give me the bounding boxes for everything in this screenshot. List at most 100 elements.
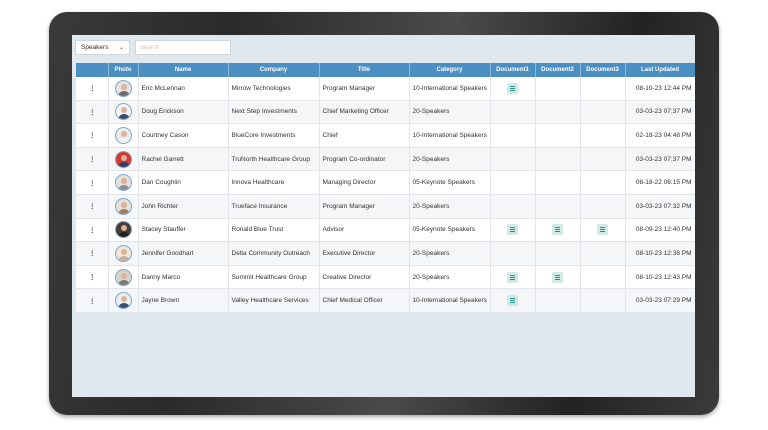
- vertical-dots-icon[interactable]: ⋮: [89, 250, 95, 257]
- name-cell[interactable]: Dan Coughlin: [138, 170, 229, 195]
- avatar[interactable]: [114, 292, 132, 310]
- vertical-dots-icon[interactable]: ⋮: [89, 203, 95, 210]
- vertical-dots-icon[interactable]: ⋮: [89, 180, 95, 187]
- table-row[interactable]: ⋮ Jayne Brown Valley Healthcare Services Ch…: [76, 288, 695, 313]
- avatar[interactable]: [114, 103, 132, 121]
- photo-cell: [108, 170, 139, 195]
- vertical-dots-icon[interactable]: ⋮: [89, 227, 95, 234]
- table-header-row: Photo Name Company Title Category Docume…: [76, 63, 695, 77]
- row-menu-cell[interactable]: ⋮: [76, 100, 109, 125]
- document3-cell: [580, 100, 626, 125]
- vertical-dots-icon[interactable]: ⋮: [89, 85, 95, 92]
- app-screen: Speakers ⌄ Photo Name Company Title Cate…: [72, 35, 695, 397]
- vertical-dots-icon[interactable]: ⋮: [89, 109, 95, 116]
- last-updated-cell: 08-09-23 12:40 PM: [625, 218, 695, 243]
- search-input[interactable]: [135, 40, 231, 55]
- table-row[interactable]: ⋮ Eric McLennan Mirrow Technologies Program…: [76, 77, 695, 101]
- company-cell: TruNorth Healthcare Group: [228, 147, 320, 172]
- vertical-dots-icon[interactable]: ⋮: [89, 298, 95, 305]
- list-select-value: Speakers: [81, 44, 109, 51]
- avatar[interactable]: [114, 174, 132, 192]
- name-cell[interactable]: Danny Marco: [138, 265, 229, 290]
- name-cell[interactable]: John Richter: [138, 194, 229, 219]
- avatar[interactable]: [114, 244, 132, 262]
- vertical-dots-icon[interactable]: ⋮: [89, 132, 95, 139]
- table-row[interactable]: ⋮ Danny Marco Summit Healthcare Group Creat…: [76, 265, 695, 290]
- category-cell: 20-Speakers: [409, 147, 491, 172]
- name-cell[interactable]: Eric McLennan: [138, 77, 229, 101]
- category-cell: 20-Speakers: [409, 265, 491, 290]
- document2-cell: [535, 123, 581, 148]
- title-cell: Chief Medical Officer: [319, 288, 410, 313]
- document-icon[interactable]: [597, 224, 608, 236]
- table-row[interactable]: ⋮ Courtney Cason BlueCore Investments Chief…: [76, 123, 695, 148]
- column-header-last-updated[interactable]: Last Updated: [625, 63, 695, 77]
- company-cell: BlueCore Investments: [228, 123, 320, 148]
- photo-cell: [108, 123, 139, 148]
- company-cell: Mirrow Technologies: [228, 77, 320, 101]
- column-header-document1[interactable]: Document1: [490, 63, 536, 77]
- title-cell: Creative Director: [319, 265, 410, 290]
- company-cell: Innova Healthcare: [228, 170, 320, 195]
- avatar[interactable]: [114, 221, 132, 239]
- avatar[interactable]: [114, 150, 132, 168]
- vertical-dots-icon[interactable]: ⋮: [89, 156, 95, 163]
- column-header-name[interactable]: Name: [138, 63, 229, 77]
- row-menu-cell[interactable]: ⋮: [76, 218, 109, 243]
- document-icon[interactable]: [507, 271, 518, 283]
- document1-cell: [490, 100, 536, 125]
- row-menu-cell[interactable]: ⋮: [76, 288, 109, 313]
- avatar[interactable]: [114, 79, 132, 97]
- name-cell[interactable]: Jayne Brown: [138, 288, 229, 313]
- table-row[interactable]: ⋮ Dan Coughlin Innova Healthcare Managing D…: [76, 170, 695, 195]
- document3-cell: [580, 288, 626, 313]
- column-header-document2[interactable]: Document2: [535, 63, 581, 77]
- last-updated-cell: 08-18-22 06:15 PM: [625, 170, 695, 195]
- document-icon[interactable]: [507, 82, 518, 94]
- table-row[interactable]: ⋮ Jennifer Goodhart Delta Community Outrea…: [76, 241, 695, 266]
- document3-cell: [580, 218, 626, 243]
- document-icon[interactable]: [507, 295, 518, 307]
- name-cell[interactable]: Stacey Stauffer: [138, 218, 229, 243]
- row-menu-cell[interactable]: ⋮: [76, 241, 109, 266]
- column-header-company[interactable]: Company: [228, 63, 320, 77]
- document3-cell: [580, 241, 626, 266]
- title-cell: Chief: [319, 123, 410, 148]
- document-icon[interactable]: [507, 224, 518, 236]
- company-cell: Summit Healthcare Group: [228, 265, 320, 290]
- name-cell[interactable]: Rachel Garrett: [138, 147, 229, 172]
- category-cell: 05-Keynote Speakers: [409, 170, 491, 195]
- name-cell[interactable]: Courtney Cason: [138, 123, 229, 148]
- document1-cell: [490, 265, 536, 290]
- table-row[interactable]: ⋮ Stacey Stauffer Ronald Blue Trust Advisor…: [76, 218, 695, 243]
- row-menu-cell[interactable]: ⋮: [76, 77, 109, 101]
- document-icon[interactable]: [552, 271, 563, 283]
- row-menu-cell[interactable]: ⋮: [76, 170, 109, 195]
- name-cell[interactable]: Doug Erickson: [138, 100, 229, 125]
- name-cell[interactable]: Jennifer Goodhart: [138, 241, 229, 266]
- row-menu-cell[interactable]: ⋮: [76, 265, 109, 290]
- document-icon[interactable]: [552, 224, 563, 236]
- photo-cell: [108, 100, 139, 125]
- row-menu-cell[interactable]: ⋮: [76, 147, 109, 172]
- title-cell: Advisor: [319, 218, 410, 243]
- column-header-title[interactable]: Title: [319, 63, 410, 77]
- document2-cell: [535, 100, 581, 125]
- company-cell: Trueface Insurance: [228, 194, 320, 219]
- table-row[interactable]: ⋮ John Richter Trueface Insurance Program M…: [76, 194, 695, 219]
- row-menu-cell[interactable]: ⋮: [76, 123, 109, 148]
- vertical-dots-icon[interactable]: ⋮: [89, 274, 95, 281]
- last-updated-cell: 03-03-23 07:29 PM: [625, 288, 695, 313]
- avatar[interactable]: [114, 126, 132, 144]
- row-menu-cell[interactable]: ⋮: [76, 194, 109, 219]
- avatar[interactable]: [114, 268, 132, 286]
- column-header-photo[interactable]: Photo: [108, 63, 139, 77]
- company-cell: Delta Community Outreach: [228, 241, 320, 266]
- column-header-document3[interactable]: Document3: [580, 63, 626, 77]
- last-updated-cell: 03-03-23 07:37 PM: [625, 100, 695, 125]
- column-header-category[interactable]: Category: [409, 63, 491, 77]
- table-row[interactable]: ⋮ Doug Erickson Next Step Investments Chief…: [76, 100, 695, 125]
- avatar[interactable]: [114, 197, 132, 215]
- list-select[interactable]: Speakers ⌄: [75, 40, 130, 55]
- table-row[interactable]: ⋮ Rachel Garrett TruNorth Healthcare Group…: [76, 147, 695, 172]
